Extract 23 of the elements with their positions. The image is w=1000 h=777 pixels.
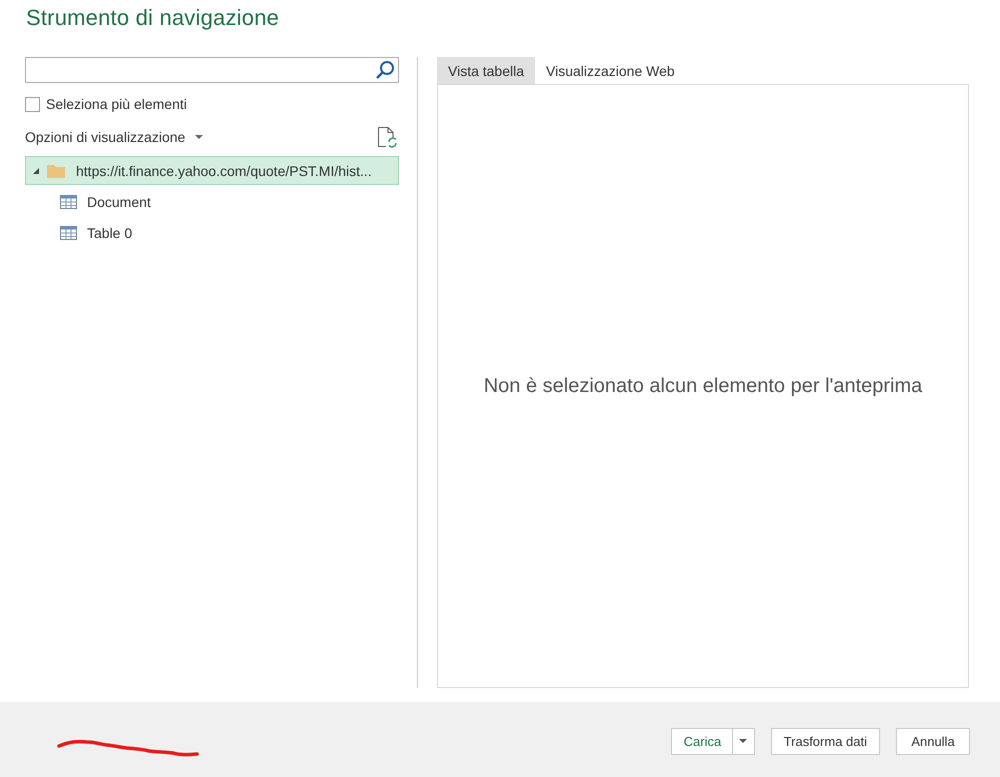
tab[interactable]: Visualizzazione Web (535, 57, 686, 84)
tree-item[interactable]: Table 0 (25, 218, 399, 247)
checkbox-label: Seleziona più elementi (46, 96, 187, 112)
tree-item[interactable]: Document (25, 187, 399, 216)
tree-item[interactable]: https://it.finance.yahoo.com/quote/PST.MI/hist... (25, 156, 399, 185)
dialog-button[interactable]: Annulla (896, 728, 970, 755)
refresh-document-icon[interactable] (377, 126, 397, 148)
dialog-button[interactable]: Trasforma dati (770, 728, 880, 755)
table-icon (60, 226, 77, 240)
caret-icon (195, 134, 204, 140)
empty-preview-message: Non è selezionato alcun elemento per l'anteprima (484, 374, 922, 398)
tab[interactable]: Vista tabella (437, 57, 536, 84)
checkbox[interactable] (25, 96, 40, 112)
folder-icon (46, 162, 66, 178)
table-icon (60, 194, 77, 208)
search-icon (375, 60, 395, 80)
view-options-dropdown[interactable]: Opzioni di visualizzazione (25, 129, 204, 145)
dropdown-arrow-button[interactable] (732, 728, 755, 755)
caret-icon (739, 739, 748, 744)
window-title: Strumento di navigazione (25, 4, 280, 32)
search-field[interactable] (25, 57, 399, 83)
load-button[interactable]: Carica (670, 728, 733, 755)
expand-triangle-icon[interactable] (32, 166, 40, 174)
